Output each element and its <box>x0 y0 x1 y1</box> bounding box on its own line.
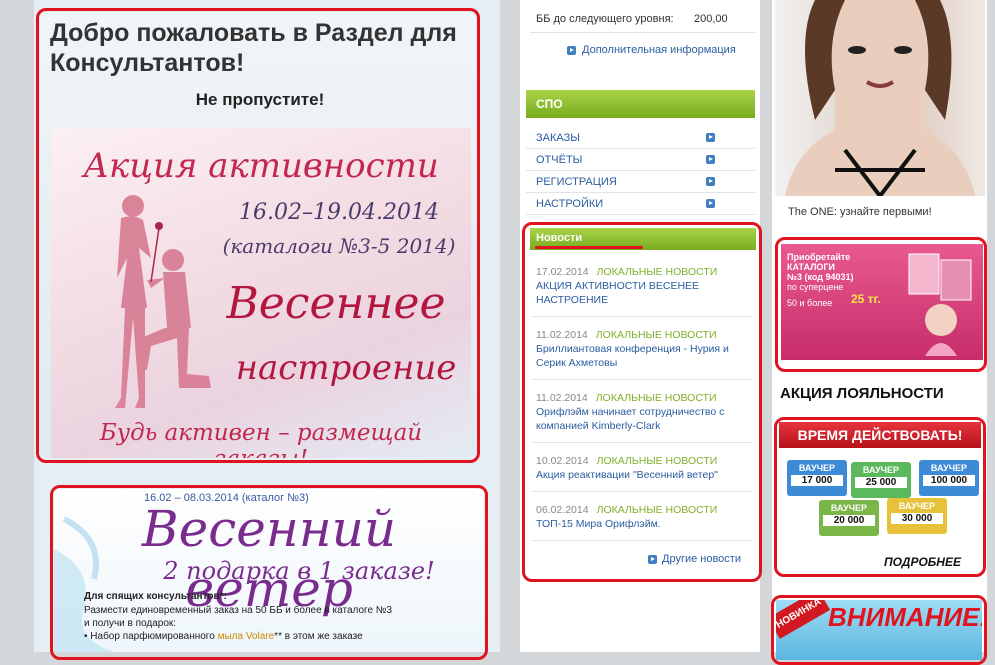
activity-promo-banner[interactable]: Акция активности 16.02–19.04.2014 (катал… <box>51 128 471 458</box>
arrow-bullet-icon <box>706 177 715 186</box>
spo-item-label: ЗАКАЗЫ <box>536 132 580 144</box>
arrow-bullet-icon <box>706 155 715 164</box>
catalog-panel-highlight <box>775 237 987 372</box>
attention-panel-highlight <box>771 595 987 665</box>
activity-banner-headline-2: настроение <box>235 348 457 388</box>
spo-item-reports[interactable]: ОТЧЁТЫ <box>526 149 755 171</box>
spo-item-settings[interactable]: НАСТРОЙКИ <box>526 193 755 215</box>
arrow-bullet-icon <box>567 46 576 55</box>
spo-item-label: РЕГИСТРАЦИЯ <box>536 176 617 188</box>
news-panel-highlight <box>522 222 762 582</box>
more-info-link[interactable]: Дополнительная информация <box>582 44 736 56</box>
divider <box>530 32 756 33</box>
activity-banner-title: Акция активности <box>83 146 439 186</box>
loyalty-promo-title[interactable]: АКЦИЯ ЛОЯЛЬНОСТИ <box>780 385 944 402</box>
couple-silhouette-icon <box>115 195 211 408</box>
welcome-subtitle: Не пропустите! <box>195 90 325 109</box>
bb-next-level-label: ББ до следующего уровня: <box>536 13 674 25</box>
spo-item-orders[interactable]: ЗАКАЗЫ <box>526 127 755 149</box>
activity-banner-dates: 16.02–19.04.2014 <box>239 200 439 225</box>
activity-banner-catalogs: (каталоги №3-5 2014) <box>222 234 456 258</box>
vouchers-panel-highlight <box>774 417 986 577</box>
the-one-caption[interactable]: The ONE: узнайте первыми! <box>788 206 932 218</box>
welcome-title: Добро пожаловать в Раздел для Консультан… <box>50 19 457 77</box>
arrow-bullet-icon <box>706 133 715 142</box>
activity-banner-footer: Будь активен – размещай заказы! <box>99 420 423 458</box>
spo-header: СПО <box>526 90 755 118</box>
wind-panel-highlight <box>50 485 488 660</box>
bb-next-level-value: 200,00 <box>694 13 728 25</box>
spo-item-label: НАСТРОЙКИ <box>536 198 604 210</box>
activity-banner-headline-1: Весеннее <box>226 278 446 329</box>
arrow-bullet-icon <box>706 199 715 208</box>
model-portrait-icon <box>785 0 975 196</box>
model-photo[interactable] <box>775 0 985 196</box>
spo-item-label: ОТЧЁТЫ <box>536 154 583 166</box>
spo-item-registration[interactable]: РЕГИСТРАЦИЯ <box>526 171 755 193</box>
